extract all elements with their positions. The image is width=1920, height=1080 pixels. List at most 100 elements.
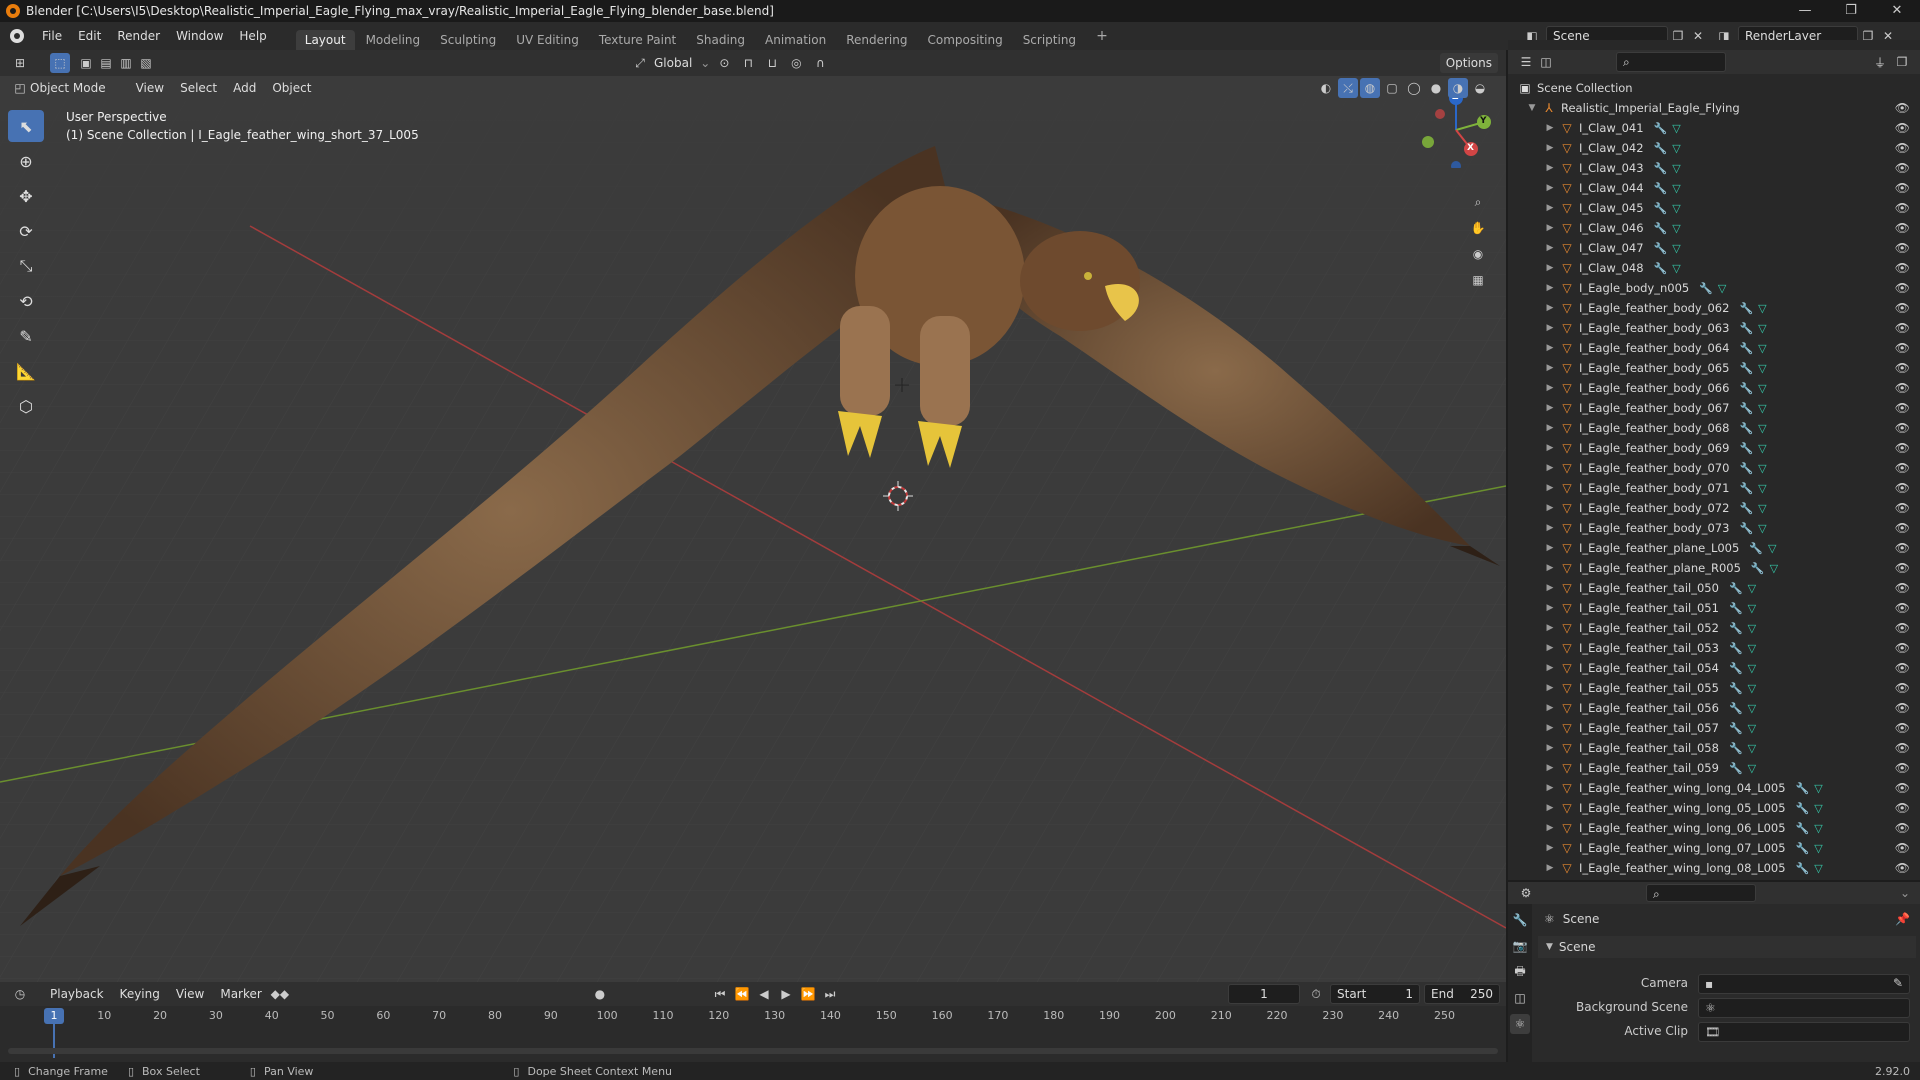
outliner-item[interactable]: ▶ ▽ I_Eagle_feather_tail_059 🔧 ▽ 👁: [1508, 758, 1920, 778]
display-mode-icon[interactable]: ◫: [1536, 52, 1556, 72]
transform-orientation-dropdown[interactable]: Global: [654, 56, 692, 70]
modifier-icon[interactable]: 🔧: [1751, 562, 1765, 575]
mesh-data-icon[interactable]: ▽: [1748, 742, 1756, 755]
mesh-data-icon[interactable]: ▽: [1748, 702, 1756, 715]
modifier-icon[interactable]: 🔧: [1729, 762, 1743, 775]
next-keyframe-icon[interactable]: ⏩: [798, 984, 818, 1004]
expand-icon[interactable]: ▶: [1544, 243, 1556, 253]
rendered-shading-icon[interactable]: ◒: [1470, 78, 1490, 98]
annotate-tool-icon[interactable]: ✎: [8, 320, 44, 352]
gizmo-toggle-icon[interactable]: ⤯: [1338, 78, 1358, 98]
outliner-item[interactable]: ▶ ▽ I_Claw_042 🔧 ▽ 👁: [1508, 138, 1920, 158]
play-reverse-icon[interactable]: ◀: [754, 984, 774, 1004]
eye-icon[interactable]: 👁: [1895, 541, 1910, 555]
eye-icon[interactable]: 👁: [1895, 821, 1910, 835]
snap-target-icon[interactable]: ⊔: [762, 53, 782, 73]
expand-icon[interactable]: ▶: [1544, 163, 1556, 173]
expand-icon[interactable]: ▶: [1544, 643, 1556, 653]
tab-scripting[interactable]: Scripting: [1014, 30, 1085, 50]
tab-shading[interactable]: Shading: [687, 30, 754, 50]
outliner-item[interactable]: ▶ ▽ I_Eagle_feather_tail_051 🔧 ▽ 👁: [1508, 598, 1920, 618]
outliner-item[interactable]: ▶ ▽ I_Claw_047 🔧 ▽ 👁: [1508, 238, 1920, 258]
outliner-item[interactable]: ▶ ▽ I_Claw_048 🔧 ▽ 👁: [1508, 258, 1920, 278]
menu-object[interactable]: Object: [264, 74, 319, 102]
expand-icon[interactable]: ▶: [1544, 223, 1556, 233]
mesh-data-icon[interactable]: ▽: [1672, 142, 1680, 155]
tab-texture-paint[interactable]: Texture Paint: [590, 30, 685, 50]
modifier-icon[interactable]: 🔧: [1654, 202, 1668, 215]
keyframe-icon[interactable]: ◆◆: [270, 984, 290, 1004]
3d-viewport[interactable]: User Perspective (1) Scene Collection | …: [0, 76, 1506, 982]
outliner-item[interactable]: ▶ ▽ I_Claw_043 🔧 ▽ 👁: [1508, 158, 1920, 178]
expand-icon[interactable]: ▶: [1544, 143, 1556, 153]
outliner-item[interactable]: ▶ ▽ I_Eagle_feather_tail_058 🔧 ▽ 👁: [1508, 738, 1920, 758]
render-tab-icon[interactable]: 📷: [1510, 936, 1530, 956]
minimize-button[interactable]: —: [1782, 0, 1828, 22]
filter-icon[interactable]: ⏚: [1870, 52, 1890, 72]
menu-help[interactable]: Help: [231, 22, 274, 50]
end-frame-field[interactable]: End 250: [1424, 984, 1500, 1004]
outliner-item[interactable]: ▶ ▽ I_Eagle_feather_body_071 🔧 ▽ 👁: [1508, 478, 1920, 498]
eye-icon[interactable]: 👁: [1895, 381, 1910, 395]
outliner-item[interactable]: ▶ ▽ I_Eagle_feather_body_073 🔧 ▽ 👁: [1508, 518, 1920, 538]
outliner-item[interactable]: ▶ ▽ I_Claw_046 🔧 ▽ 👁: [1508, 218, 1920, 238]
outliner-item[interactable]: ▶ ▽ I_Claw_041 🔧 ▽ 👁: [1508, 118, 1920, 138]
outliner-item[interactable]: ▶ ▽ I_Eagle_feather_tail_052 🔧 ▽ 👁: [1508, 618, 1920, 638]
expand-icon[interactable]: ▶: [1544, 583, 1556, 593]
eye-icon[interactable]: 👁: [1895, 561, 1910, 575]
mesh-data-icon[interactable]: ▽: [1758, 382, 1766, 395]
eye-icon[interactable]: 👁: [1895, 441, 1910, 455]
eye-icon[interactable]: 👁: [1895, 121, 1910, 135]
cursor-tool-icon[interactable]: ⊕: [8, 145, 44, 177]
timeline-view-menu[interactable]: View: [168, 980, 212, 1008]
eye-icon[interactable]: 👁: [1895, 701, 1910, 715]
mode-dropdown[interactable]: Object Mode: [30, 81, 106, 95]
select-tool-icon[interactable]: ⬉: [8, 110, 44, 142]
outliner-item[interactable]: ▶ ▽ I_Eagle_feather_body_068 🔧 ▽ 👁: [1508, 418, 1920, 438]
falloff-icon[interactable]: ∩: [810, 53, 830, 73]
mesh-data-icon[interactable]: ▽: [1672, 202, 1680, 215]
mesh-data-icon[interactable]: ▽: [1814, 822, 1822, 835]
camera-view-icon[interactable]: ◉: [1468, 244, 1488, 264]
expand-icon[interactable]: ▶: [1544, 683, 1556, 693]
editor-type-icon[interactable]: ⊞: [10, 53, 30, 73]
menu-file[interactable]: File: [34, 22, 70, 50]
mesh-data-icon[interactable]: ▽: [1758, 482, 1766, 495]
tool-tab-icon[interactable]: 🔧: [1510, 910, 1530, 930]
expand-icon[interactable]: ▶: [1544, 843, 1556, 853]
outliner-item[interactable]: ▶ ▽ I_Eagle_body_n005 🔧 ▽ 👁: [1508, 278, 1920, 298]
scene-collection-row[interactable]: ▣ Scene Collection: [1508, 78, 1920, 98]
modifier-icon[interactable]: 🔧: [1654, 122, 1668, 135]
mesh-data-icon[interactable]: ▽: [1758, 442, 1766, 455]
viewport-canvas[interactable]: [0, 76, 1506, 982]
outliner-item[interactable]: ▶ ▽ I_Eagle_feather_body_070 🔧 ▽ 👁: [1508, 458, 1920, 478]
outliner-item[interactable]: ▶ ▽ I_Eagle_feather_plane_L005 🔧 ▽ 👁: [1508, 538, 1920, 558]
mesh-data-icon[interactable]: ▽: [1770, 562, 1778, 575]
select-extend-icon[interactable]: ▤: [96, 53, 116, 73]
modifier-icon[interactable]: 🔧: [1739, 442, 1753, 455]
snap-icon[interactable]: ⊓: [738, 53, 758, 73]
modifier-icon[interactable]: 🔧: [1739, 342, 1753, 355]
eye-icon[interactable]: 👁: [1895, 741, 1910, 755]
modifier-icon[interactable]: 🔧: [1796, 842, 1810, 855]
modifier-icon[interactable]: 🔧: [1739, 522, 1753, 535]
marker-menu[interactable]: Marker: [212, 980, 269, 1008]
start-frame-field[interactable]: Start 1: [1330, 984, 1420, 1004]
outliner-item[interactable]: ▶ ▽ I_Eagle_feather_body_066 🔧 ▽ 👁: [1508, 378, 1920, 398]
eye-icon[interactable]: 👁: [1895, 181, 1910, 195]
outliner-item[interactable]: ▶ ▽ I_Eagle_feather_tail_056 🔧 ▽ 👁: [1508, 698, 1920, 718]
new-collection-icon[interactable]: ❐: [1892, 52, 1912, 72]
add-cube-tool-icon[interactable]: ⬡: [8, 390, 44, 422]
expand-icon[interactable]: ▶: [1544, 543, 1556, 553]
keying-menu[interactable]: Keying: [112, 980, 168, 1008]
modifier-icon[interactable]: 🔧: [1739, 502, 1753, 515]
mesh-data-icon[interactable]: ▽: [1758, 322, 1766, 335]
stopwatch-icon[interactable]: ⏱: [1306, 984, 1326, 1004]
active-clip-field[interactable]: 🎞: [1698, 1022, 1910, 1042]
tab-modeling[interactable]: Modeling: [357, 30, 430, 50]
expand-icon[interactable]: ▶: [1544, 363, 1556, 373]
modifier-icon[interactable]: 🔧: [1796, 782, 1810, 795]
close-button[interactable]: ✕: [1874, 0, 1920, 22]
expand-icon[interactable]: ▶: [1544, 503, 1556, 513]
modifier-icon[interactable]: 🔧: [1739, 402, 1753, 415]
